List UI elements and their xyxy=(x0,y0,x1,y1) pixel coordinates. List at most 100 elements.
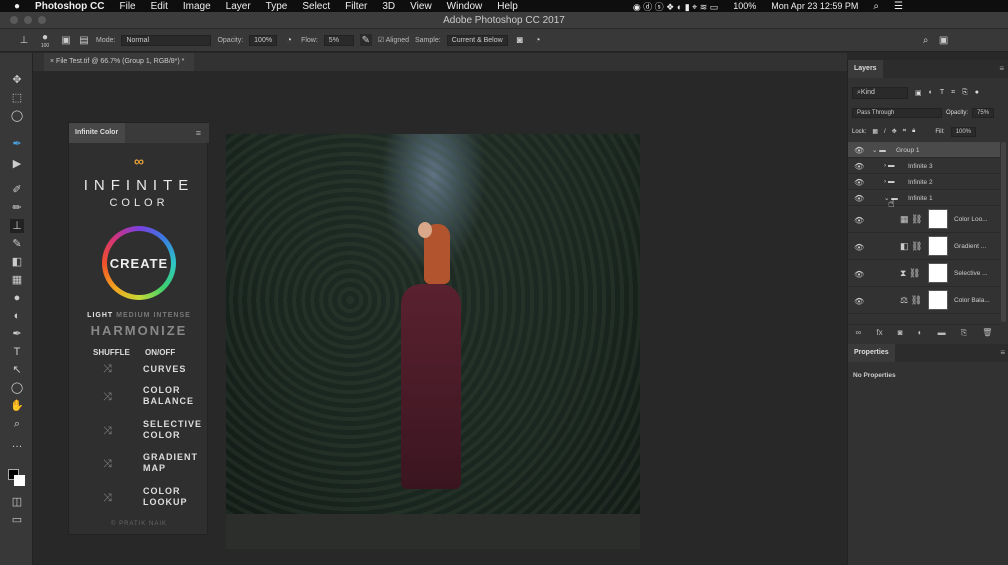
menu-app[interactable]: Photoshop CC xyxy=(35,1,104,12)
fx-icon[interactable]: fx xyxy=(876,328,882,337)
more-tools-icon[interactable]: … xyxy=(10,437,24,451)
workspace-icon[interactable]: ▣ xyxy=(938,34,950,46)
mode-select[interactable]: Normal xyxy=(121,34,212,46)
pressure-size-icon[interactable]: ◔ xyxy=(532,34,544,46)
menu-image[interactable]: Image xyxy=(183,1,211,12)
layer-mask-thumbnail[interactable] xyxy=(928,263,948,283)
brush-preset-picker[interactable]: ● 100 xyxy=(36,32,54,49)
apple-icon[interactable]: ● xyxy=(14,1,20,12)
filter-toggle-icon[interactable]: ● xyxy=(975,89,979,96)
gradient-tool-icon[interactable]: ▦ xyxy=(10,273,24,287)
visibility-eye-icon[interactable]: 👁︎ xyxy=(854,216,864,225)
document-tab[interactable]: × File Test.tif @ 66.7% (Group 1, RGB/8*… xyxy=(44,53,194,71)
dodge-tool-icon[interactable]: ◐ xyxy=(10,309,24,323)
pressure-opacity-icon[interactable]: ◔ xyxy=(283,34,295,46)
layer-row-color-lookup[interactable]: 👁︎ ▦ ⛓︎ Color Loo... xyxy=(848,206,1000,233)
delete-layer-icon[interactable]: 🗑︎ xyxy=(982,328,992,337)
visibility-eye-icon[interactable]: 👁︎ xyxy=(854,178,864,187)
clock[interactable]: Mon Apr 23 12:59 PM xyxy=(771,1,858,11)
menu-window[interactable]: Window xyxy=(447,1,483,12)
filter-adjustment-icon[interactable]: ◐ xyxy=(929,89,933,96)
quick-select-tool-icon[interactable]: ✒ xyxy=(10,137,24,151)
medium-option[interactable]: MEDIUM xyxy=(116,312,150,319)
layers-tab[interactable]: Layers xyxy=(848,60,883,78)
new-group-icon[interactable]: ▬ xyxy=(938,328,946,337)
new-layer-icon[interactable]: ⎘ xyxy=(961,328,967,338)
layer-opacity-input[interactable]: 75% xyxy=(972,107,995,118)
layer-row-infinite-1[interactable]: 👁︎ ⌄ ▬ Infinite 1 xyxy=(848,190,1000,206)
visibility-eye-icon[interactable]: 👁︎ xyxy=(854,162,864,171)
layers-scrollbar[interactable] xyxy=(1001,142,1006,322)
menu-select[interactable]: Select xyxy=(302,1,330,12)
menu-layer[interactable]: Layer xyxy=(226,1,251,12)
search-icon[interactable]: ⌕ xyxy=(920,34,932,46)
aligned-checkbox[interactable]: ☑ Aligned xyxy=(378,36,409,44)
lock-pixels-icon[interactable]: / xyxy=(884,129,886,135)
marquee-tool-icon[interactable]: ⬚ xyxy=(10,91,24,105)
filter-pixel-icon[interactable]: ▣ xyxy=(915,89,922,97)
visibility-eye-icon[interactable]: 👁︎ xyxy=(854,297,864,306)
menu-3d[interactable]: 3D xyxy=(382,1,395,12)
eraser-tool-icon[interactable]: ◧ xyxy=(10,255,24,269)
expand-chevron-icon[interactable]: ⌄ ▬ xyxy=(872,146,886,154)
filter-type-icon[interactable]: T xyxy=(940,89,944,96)
layer-row-color-balance[interactable]: 👁︎ ⚖︎ ⛓︎ Color Bala... xyxy=(848,287,1000,314)
crop-tool-icon[interactable]: ▶ xyxy=(10,157,24,171)
spotlight-icon[interactable]: ⌕ xyxy=(873,1,879,12)
eyedropper-tool-icon[interactable]: ✐ xyxy=(10,183,24,197)
pen-tool-icon[interactable]: ✒ xyxy=(10,327,24,341)
airbrush-icon[interactable]: ✎ xyxy=(359,34,372,46)
quick-mask-icon[interactable]: ◫ xyxy=(10,495,24,509)
brush-tool-icon[interactable]: ✏ xyxy=(10,201,24,215)
harmonize-button[interactable]: HARMONIZE xyxy=(69,323,209,338)
lock-all-icon[interactable]: 🔒︎ xyxy=(912,128,915,135)
blur-tool-icon[interactable]: ● xyxy=(10,291,24,305)
notification-icon[interactable]: ☰ xyxy=(894,1,903,12)
create-button[interactable]: CREATE xyxy=(102,226,176,300)
light-option[interactable]: LIGHT xyxy=(87,312,113,319)
history-brush-icon[interactable]: ✎ xyxy=(10,237,24,251)
lock-position-icon[interactable]: ✥ xyxy=(892,128,897,135)
shape-tool-icon[interactable]: ◯ xyxy=(10,381,24,395)
collapsed-chevron-icon[interactable]: › ▬ xyxy=(884,162,894,169)
lock-transparent-icon[interactable]: ▦ xyxy=(872,128,878,135)
shuffle-icon[interactable]: ⤨ xyxy=(103,363,112,376)
opacity-input[interactable]: 100% xyxy=(249,34,278,46)
sample-select[interactable]: Current & Below xyxy=(446,34,508,46)
properties-tab[interactable]: Properties xyxy=(848,344,895,362)
layer-row-group-1[interactable]: 👁︎ ⌄ ▬ Group 1 xyxy=(848,142,1000,158)
add-mask-icon[interactable]: ◙ xyxy=(898,328,903,337)
visibility-eye-icon[interactable]: 👁︎ xyxy=(854,270,864,279)
visibility-eye-icon[interactable]: 👁︎ xyxy=(854,194,864,203)
lasso-tool-icon[interactable]: ◯ xyxy=(10,109,24,123)
path-select-tool-icon[interactable]: ↖ xyxy=(10,363,24,377)
toggle-selective-color[interactable]: SELECTIVE COLOR xyxy=(143,419,202,441)
lock-artboard-icon[interactable]: ⌗ xyxy=(903,128,906,135)
toggle-color-balance[interactable]: COLOR BALANCE xyxy=(143,385,194,407)
collapsed-chevron-icon[interactable]: › ▬ xyxy=(884,178,894,185)
shuffle-icon[interactable]: ⤨ xyxy=(103,492,112,505)
flow-input[interactable]: 5% xyxy=(323,34,354,46)
toggle-brush-panel-icon[interactable]: ▣ xyxy=(60,34,72,46)
layer-row-infinite-3[interactable]: 👁︎ › ▬ Infinite 3 xyxy=(848,158,1000,174)
layer-row-selective-color[interactable]: 👁︎ ⧗ ⛓︎ Selective ... xyxy=(848,260,1000,287)
menu-help[interactable]: Help xyxy=(497,1,518,12)
panel-menu-icon[interactable]: ≡ xyxy=(999,64,1004,73)
layer-mask-thumbnail[interactable] xyxy=(928,236,948,256)
ignore-adjustment-icon[interactable]: ◙ xyxy=(514,34,526,46)
toggle-gradient-map[interactable]: GRADIENT MAP xyxy=(143,452,198,474)
filter-smart-icon[interactable]: ⎘ xyxy=(962,89,968,97)
hand-tool-icon[interactable]: ✋ xyxy=(10,399,24,413)
document-canvas-image[interactable] xyxy=(226,134,640,549)
toggle-color-lookup[interactable]: COLOR LOOKUP xyxy=(143,486,188,508)
shuffle-icon[interactable]: ⤨ xyxy=(103,391,112,404)
infinite-color-tab[interactable]: Infinite Color xyxy=(69,123,125,143)
panel-menu-icon[interactable]: ≡ xyxy=(196,128,201,138)
fill-input[interactable]: 100% xyxy=(950,126,977,137)
clone-stamp-icon[interactable]: ⊥ xyxy=(18,34,30,46)
layer-mask-thumbnail[interactable] xyxy=(928,209,948,229)
menu-filter[interactable]: Filter xyxy=(345,1,367,12)
zoom-tool-icon[interactable]: ⌕ xyxy=(10,417,24,431)
menu-view[interactable]: View xyxy=(410,1,432,12)
panel-menu-icon[interactable]: ≡ xyxy=(1000,348,1005,357)
